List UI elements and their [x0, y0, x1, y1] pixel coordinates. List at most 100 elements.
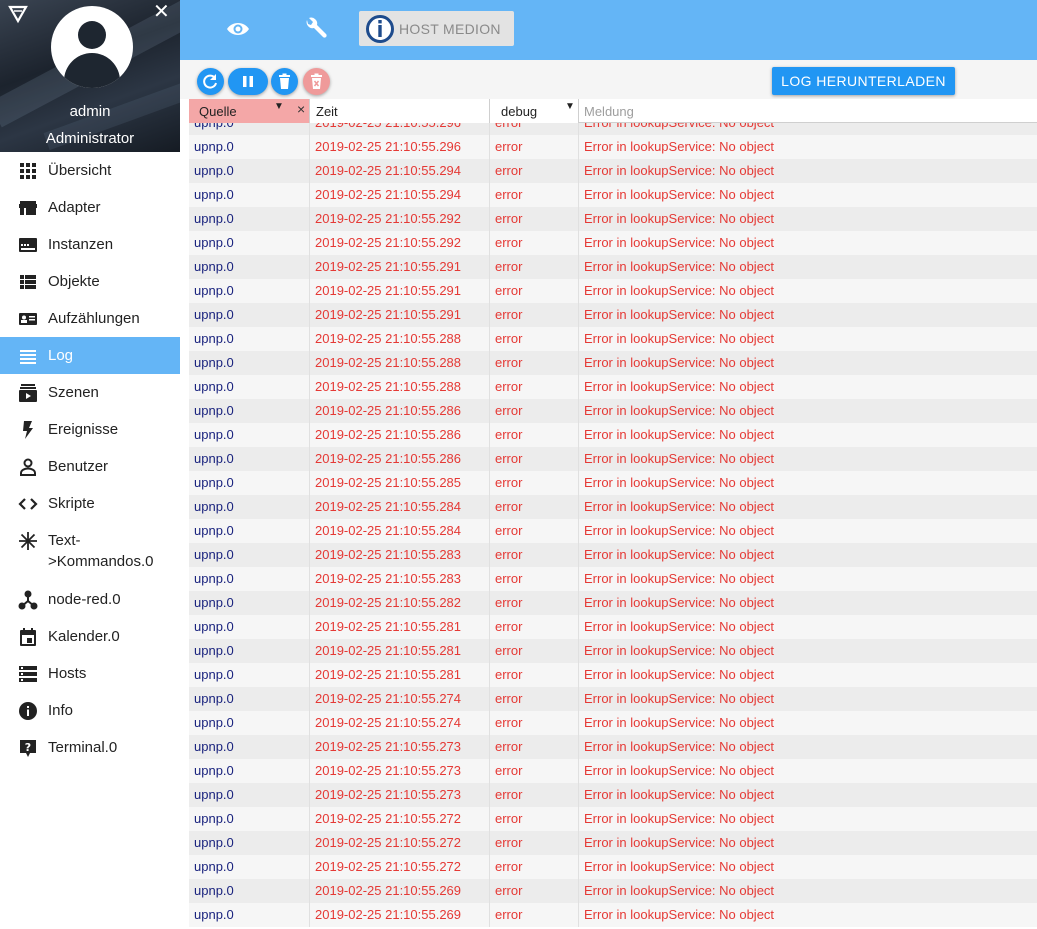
pause-button[interactable] [228, 68, 268, 95]
sidebar-item-text-commands[interactable]: Text->Kommandos.0 [0, 522, 180, 580]
host-button[interactable]: HOST MEDION [359, 11, 514, 46]
cell-source: upnp.0 [189, 879, 310, 903]
cell-message: Error in lookupService: No object [584, 571, 775, 586]
table-row[interactable]: upnp.0 2019-02-25 21:10:55.273 error Error … [189, 735, 1037, 759]
table-row[interactable]: upnp.0 2019-02-25 21:10:55.272 error Error … [189, 807, 1037, 831]
cell-source: upnp.0 [189, 687, 310, 711]
host-label: HOST MEDION [399, 21, 501, 37]
sidebar-item-info[interactable]: Info [0, 692, 180, 729]
cell-severity: error [490, 831, 579, 855]
sidebar-item-events[interactable]: Ereignisse [0, 411, 180, 448]
message-filter-input[interactable]: Meldung [579, 99, 1037, 123]
table-row[interactable]: upnp.0 2019-02-25 21:10:55.269 error Error … [189, 879, 1037, 903]
cell-severity: error [490, 183, 579, 207]
refresh-icon [203, 74, 217, 89]
table-row[interactable]: upnp.0 2019-02-25 21:10:55.286 error Error … [189, 423, 1037, 447]
cell-severity: error [490, 807, 579, 831]
table-row[interactable]: upnp.02019-02-25 21:10:55.296errorError … [189, 135, 1037, 159]
sidebar-item-instances[interactable]: Instanzen [0, 226, 180, 263]
sidebar-menu-icon[interactable] [8, 4, 28, 24]
cell-source: upnp.0 [189, 447, 310, 471]
table-row[interactable]: upnp.0 2019-02-25 21:10:55.272 error Error … [189, 831, 1037, 855]
cell-message: Error in lookupService: No object [584, 259, 775, 274]
close-icon[interactable]: ✕ [153, 2, 170, 22]
table-row[interactable]: upnp.02019-02-25 21:10:55.296errorError … [189, 123, 1037, 135]
sidebar-item-terminal[interactable]: ? Terminal.0 [0, 729, 180, 766]
sidebar-item-calendar[interactable]: Kalender.0 [0, 618, 180, 655]
table-row[interactable]: upnp.0 2019-02-25 21:10:55.294 error Error … [189, 183, 1037, 207]
sidebar-item-hosts[interactable]: Hosts [0, 655, 180, 692]
sidebar-item-overview[interactable]: Übersicht [0, 152, 180, 189]
table-row[interactable]: upnp.0 2019-02-25 21:10:55.269 error Error … [189, 903, 1037, 927]
sidebar-item-adapter[interactable]: Adapter [0, 189, 180, 226]
log-table-header: Quelle ▼ × Zeit debug ▼ Meldung [189, 99, 1037, 123]
calendar-icon [20, 628, 36, 646]
cell-source: upnp.0 [189, 711, 310, 735]
cell-severity: error [490, 303, 579, 327]
cell-severity: error [490, 279, 579, 303]
cell-source: upnp.0 [189, 495, 310, 519]
table-row[interactable]: upnp.0 2019-02-25 21:10:55.288 error Error … [189, 375, 1037, 399]
cell-severity: error [490, 423, 579, 447]
sidebar-item-enums[interactable]: Aufzählungen [0, 300, 180, 337]
table-row[interactable]: upnp.0 2019-02-25 21:10:55.272 error Error … [189, 855, 1037, 879]
sidebar-item-scripts[interactable]: Skripte [0, 485, 180, 522]
table-row[interactable]: upnp.0 2019-02-25 21:10:55.281 error Error … [189, 639, 1037, 663]
sidebar-item-scenes[interactable]: Szenen [0, 374, 180, 411]
table-row[interactable]: upnp.0 2019-02-25 21:10:55.284 error Error … [189, 519, 1037, 543]
table-row[interactable]: upnp.0 2019-02-25 21:10:55.288 error Error … [189, 327, 1037, 351]
cell-time: 2019-02-25 21:10:55.281 [310, 639, 490, 663]
table-row[interactable]: upnp.0 2019-02-25 21:10:55.288 error Error … [189, 351, 1037, 375]
cell-message: Error in lookupService: No object [584, 859, 775, 874]
cell-time: 2019-02-25 21:10:55.284 [310, 495, 490, 519]
table-row[interactable]: upnp.0 2019-02-25 21:10:55.274 error Error … [189, 687, 1037, 711]
cell-severity: error [490, 519, 579, 543]
table-row[interactable]: upnp.0 2019-02-25 21:10:55.273 error Error … [189, 783, 1037, 807]
table-row[interactable]: upnp.0 2019-02-25 21:10:55.283 error Error … [189, 543, 1037, 567]
table-row[interactable]: upnp.0 2019-02-25 21:10:55.286 error Error … [189, 447, 1037, 471]
table-row[interactable]: upnp.0 2019-02-25 21:10:55.281 error Error … [189, 663, 1037, 687]
table-row[interactable]: upnp.0 2019-02-25 21:10:55.284 error Error … [189, 495, 1037, 519]
table-row[interactable]: upnp.0 2019-02-25 21:10:55.291 error Error … [189, 303, 1037, 327]
table-row[interactable]: upnp.0 2019-02-25 21:10:55.292 error Error … [189, 231, 1037, 255]
table-row[interactable]: upnp.0 2019-02-25 21:10:55.281 error Error … [189, 615, 1037, 639]
severity-filter-select[interactable]: debug ▼ [490, 99, 579, 123]
table-row[interactable]: upnp.0 2019-02-25 21:10:55.283 error Error … [189, 567, 1037, 591]
download-log-button[interactable]: LOG HERUNTERLADEN [772, 67, 955, 95]
table-row[interactable]: upnp.0 2019-02-25 21:10:55.285 error Error … [189, 471, 1037, 495]
avatar[interactable] [51, 6, 133, 88]
cell-message: Error in lookupService: No object [584, 835, 775, 850]
sidebar-item-users[interactable]: Benutzer [0, 448, 180, 485]
cell-time: 2019-02-25 21:10:55.285 [310, 471, 490, 495]
refresh-button[interactable] [197, 68, 224, 95]
cell-source: upnp.0 [189, 615, 310, 639]
table-row[interactable]: upnp.0 2019-02-25 21:10:55.291 error Error … [189, 279, 1037, 303]
sidebar-item-log[interactable]: Log [0, 337, 180, 374]
sidebar-item-node-red[interactable]: node-red.0 [0, 581, 180, 618]
cell-source: upnp.0 [189, 567, 310, 591]
time-filter-input[interactable]: Zeit [310, 99, 490, 123]
sidebar-item-objects[interactable]: Objekte [0, 263, 180, 300]
clear-filter-icon[interactable]: × [297, 101, 305, 117]
table-row[interactable]: upnp.0 2019-02-25 21:10:55.291 error Error … [189, 255, 1037, 279]
cell-source: upnp.0 [189, 663, 310, 687]
cell-time: 2019-02-25 21:10:55.272 [310, 807, 490, 831]
delete-button[interactable] [271, 68, 298, 95]
table-row[interactable]: upnp.0 2019-02-25 21:10:55.273 error Error … [189, 759, 1037, 783]
store-icon [19, 201, 37, 215]
cell-time: 2019-02-25 21:10:55.291 [310, 279, 490, 303]
app-window: ✕ admin Administrator Übersicht Adapter … [0, 0, 1037, 929]
clear-log-button[interactable] [303, 68, 330, 95]
cell-message: Error in lookupService: No object [584, 451, 775, 466]
wrench-icon[interactable] [300, 14, 332, 44]
table-row[interactable]: upnp.0 2019-02-25 21:10:55.274 error Error … [189, 711, 1037, 735]
cell-message: Error in lookupService: No object [584, 523, 775, 538]
eye-icon[interactable] [222, 14, 254, 44]
table-row[interactable]: upnp.0 2019-02-25 21:10:55.294 error Error … [189, 159, 1037, 183]
table-row[interactable]: upnp.0 2019-02-25 21:10:55.282 error Error … [189, 591, 1037, 615]
table-row[interactable]: upnp.0 2019-02-25 21:10:55.292 error Error … [189, 207, 1037, 231]
user-panel: ✕ admin Administrator [0, 0, 180, 152]
cell-time: 2019-02-25 21:10:55.286 [310, 399, 490, 423]
source-filter-select[interactable]: Quelle ▼ × [189, 99, 310, 123]
table-row[interactable]: upnp.0 2019-02-25 21:10:55.286 error Error … [189, 399, 1037, 423]
